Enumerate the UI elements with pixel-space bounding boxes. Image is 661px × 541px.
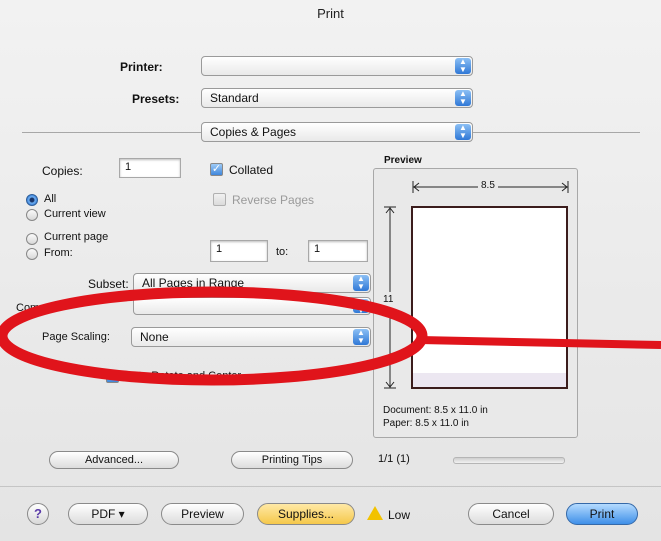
subset-value: All Pages in Range <box>142 276 245 290</box>
presets-value: Standard <box>210 91 259 105</box>
copies-label: Copies: <box>42 164 83 178</box>
presets-label: Presets: <box>132 92 180 106</box>
copies-field[interactable]: 1 <box>119 158 181 178</box>
radio-from[interactable] <box>26 248 38 260</box>
cancel-button[interactable]: Cancel <box>468 503 554 525</box>
window-title: Print <box>317 6 344 21</box>
printer-popup[interactable]: ▲ ▼ <box>201 56 473 76</box>
preview-scroller[interactable] <box>453 457 565 464</box>
popup-arrows-icon: ▲ ▼ <box>353 299 369 314</box>
reverse-pages-checkbox[interactable] <box>213 193 226 206</box>
page-scaling-value: None <box>140 330 169 344</box>
preview-heading: Preview <box>384 155 422 166</box>
radio-all[interactable] <box>26 194 38 206</box>
popup-arrows-icon: ▲ ▼ <box>353 275 369 291</box>
radio-all-label: All <box>44 193 57 205</box>
popup-arrows-icon: ▲ ▼ <box>455 90 471 106</box>
preview-button[interactable]: Preview <box>161 503 244 525</box>
supplies-button[interactable]: Supplies... <box>257 503 355 525</box>
page-scaling-label: Page Scaling: <box>42 331 110 343</box>
collated-label: Collated <box>229 163 274 177</box>
from-field[interactable]: 1 <box>210 240 268 262</box>
popup-arrows-icon: ▲ ▼ <box>455 58 471 74</box>
to-field[interactable]: 1 <box>308 240 368 262</box>
comments-popup[interactable]: ▲ ▼ <box>133 297 371 315</box>
supplies-low-label: Low <box>388 508 411 522</box>
print-dialog: Print Printer: ▲ ▼ Presets: Standard ▲ ▼ C… <box>0 0 661 541</box>
radio-current-view[interactable] <box>26 209 38 221</box>
collated-checkbox[interactable]: ✓ <box>210 163 223 176</box>
popup-arrows-icon: ▲ ▼ <box>455 124 471 140</box>
warning-icon <box>367 506 383 520</box>
preview-paper <box>411 206 568 389</box>
printer-label: Printer: <box>120 60 163 74</box>
help-button[interactable]: ? <box>27 503 49 525</box>
subset-popup[interactable]: All Pages in Range ▲ ▼ <box>133 273 371 293</box>
page-scaling-popup[interactable]: None ▲ ▼ <box>131 327 371 347</box>
pdf-menu-button[interactable]: PDF ▾ <box>68 503 148 525</box>
separator-left <box>22 132 202 133</box>
separator-right <box>472 132 640 133</box>
page-count: 1/1 (1) <box>378 453 410 465</box>
preview-width-label: 8.5 <box>478 180 498 191</box>
advanced-button[interactable]: Advanced... <box>49 451 179 469</box>
comments-label: Comme <box>16 302 55 314</box>
auto-rotate-label: Auto-Rotate and Center <box>125 370 242 382</box>
subset-label: Subset: <box>88 277 129 291</box>
pane-value: Copies & Pages <box>210 125 297 139</box>
print-button[interactable]: Print <box>566 503 638 525</box>
radio-current-page[interactable] <box>26 233 38 245</box>
popup-arrows-icon: ▲ ▼ <box>353 329 369 345</box>
to-label: to: <box>276 246 289 258</box>
bottom-separator <box>0 486 661 487</box>
preview-height-label: 11 <box>383 292 394 307</box>
preview-document-size: Document: 8.5 x 11.0 in <box>383 405 488 416</box>
pane-popup[interactable]: Copies & Pages ▲ ▼ <box>201 122 473 142</box>
printing-tips-button[interactable]: Printing Tips <box>231 451 353 469</box>
preview-paper-size: Paper: 8.5 x 11.0 in <box>383 418 469 429</box>
radio-from-label: From: <box>44 247 73 259</box>
radio-current-view-label: Current view <box>44 208 106 220</box>
radio-current-page-label: Current page <box>44 231 109 243</box>
reverse-pages-label: Reverse Pages <box>232 193 315 207</box>
auto-rotate-checkbox[interactable]: ✓ <box>106 370 119 383</box>
presets-popup[interactable]: Standard ▲ ▼ <box>201 88 473 108</box>
